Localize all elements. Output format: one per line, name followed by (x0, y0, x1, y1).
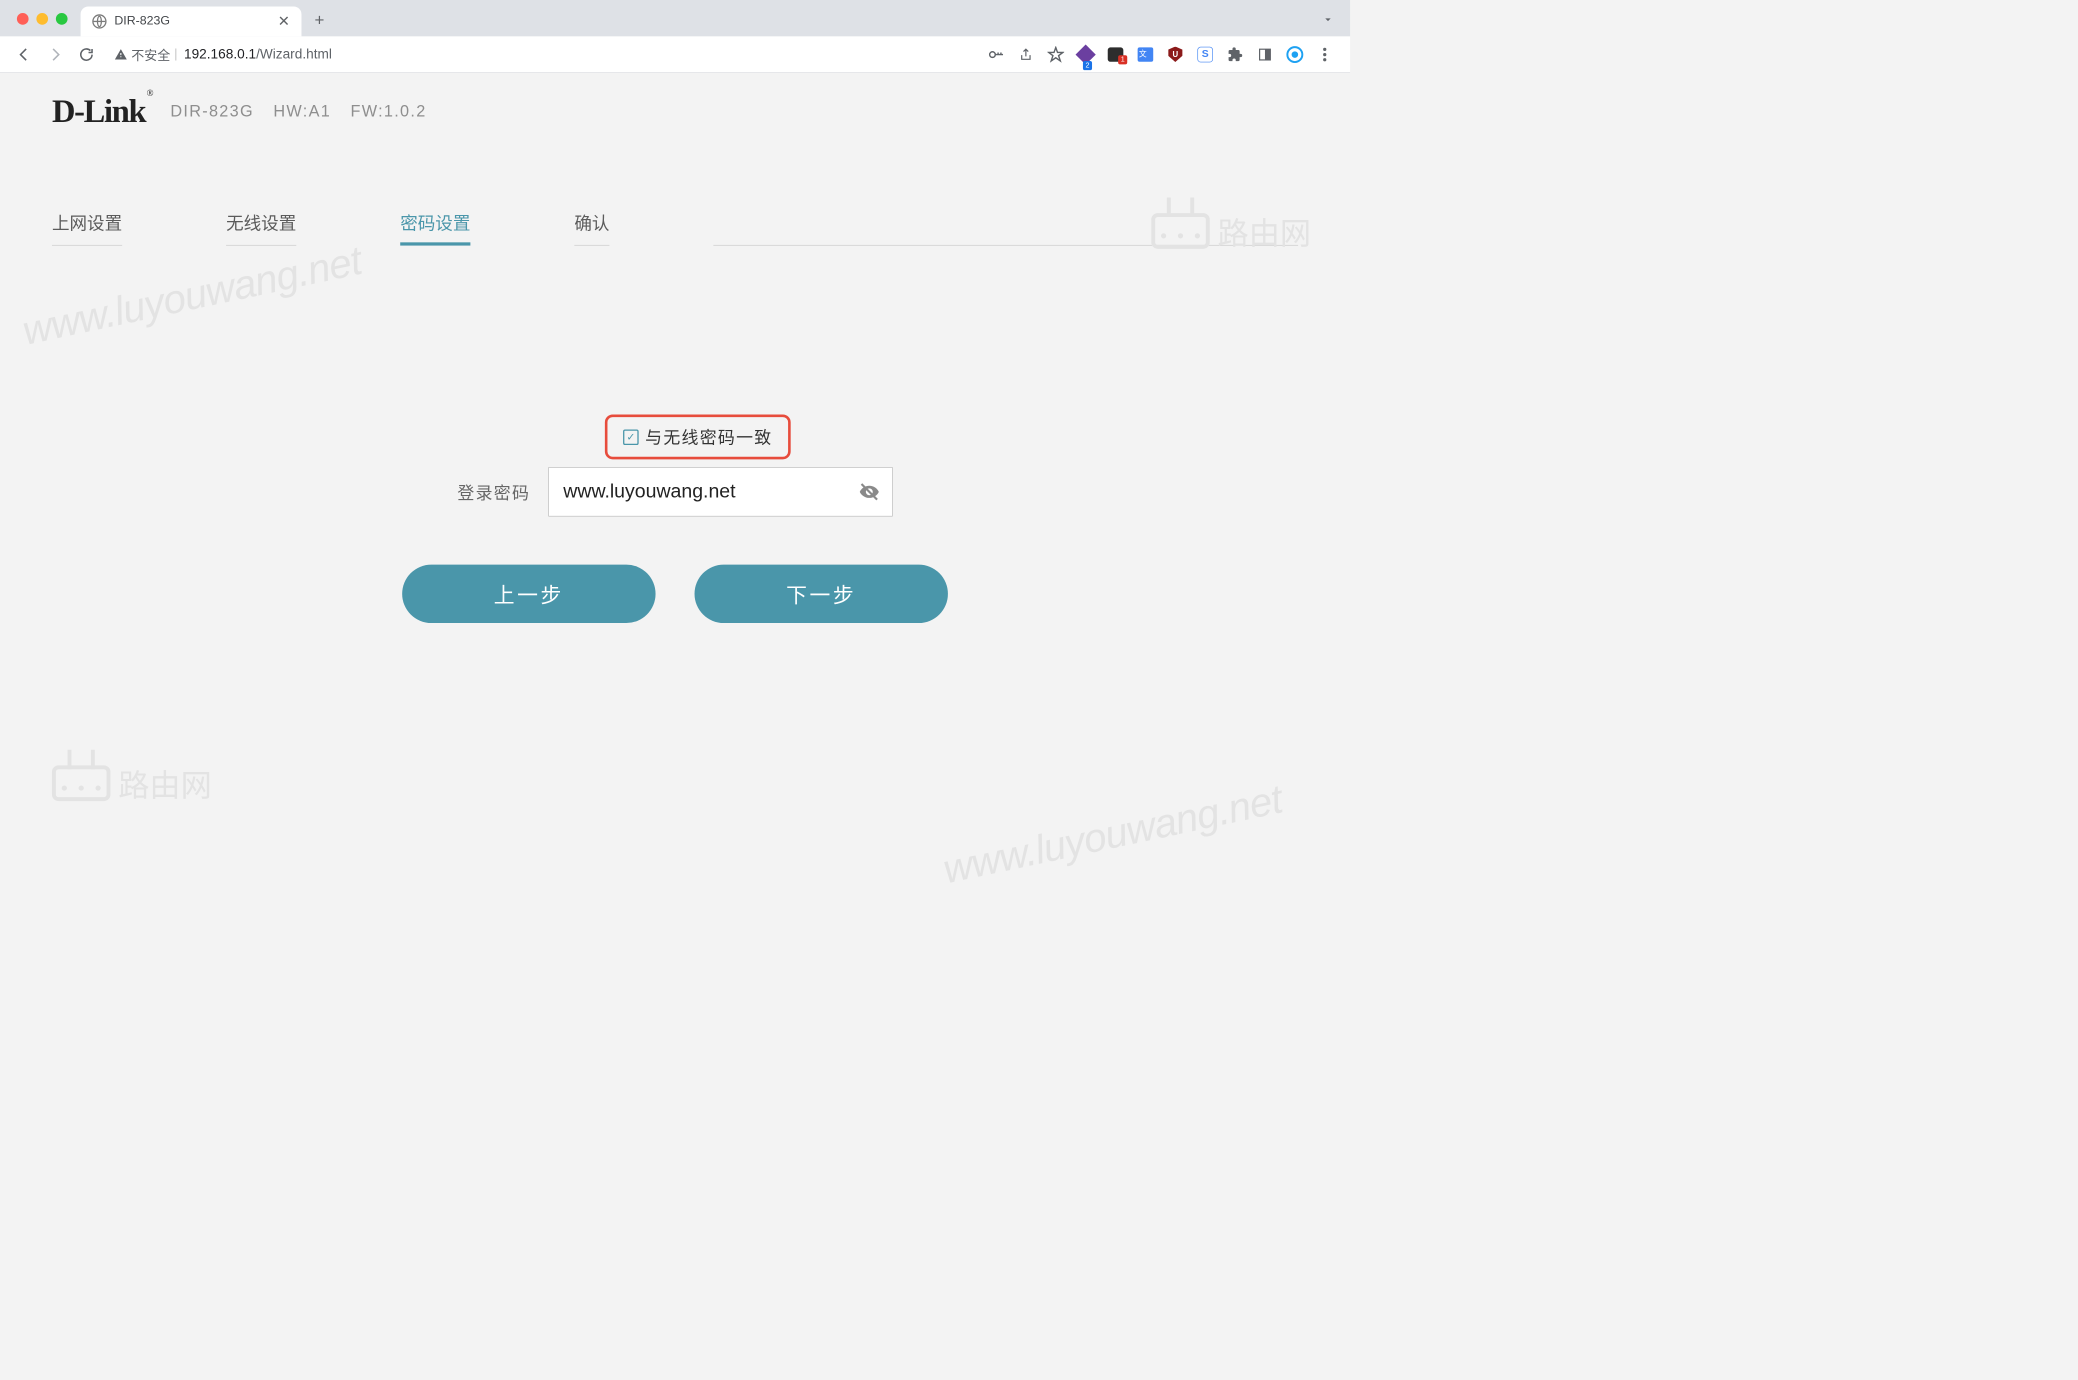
browser-menu-button[interactable] (1316, 46, 1333, 63)
url-box[interactable]: 不安全 | 192.168.0.1/Wizard.html (105, 45, 981, 64)
password-key-icon[interactable] (988, 46, 1005, 63)
next-button[interactable]: 下一步 (695, 565, 948, 623)
watermark-text: www.luyouwang.net (939, 776, 1286, 893)
browser-tab-strip: DIR-823G ✕ + (0, 0, 1350, 36)
insecure-site-indicator[interactable]: 不安全 | (114, 45, 177, 64)
tab-title: DIR-823G (114, 14, 270, 28)
forward-button[interactable] (43, 42, 68, 67)
share-icon[interactable] (1017, 46, 1034, 63)
browser-toolbar-icons: S (988, 46, 1339, 63)
wizard-buttons: 上一步 下一步 (402, 565, 948, 623)
login-password-row: 登录密码 (457, 467, 892, 516)
window-minimize-button[interactable] (36, 13, 48, 25)
extension-360-icon[interactable] (1286, 46, 1303, 63)
globe-icon (92, 14, 106, 28)
extensions-puzzle-icon[interactable] (1227, 46, 1244, 63)
extension-dark-icon[interactable] (1107, 46, 1124, 63)
warning-icon (114, 48, 127, 61)
wizard-tabs: 上网设置 无线设置 密码设置 确认 (26, 136, 1324, 245)
window-close-button[interactable] (17, 13, 29, 25)
login-password-input[interactable] (548, 467, 892, 516)
tabs-dropdown-button[interactable] (1321, 13, 1334, 26)
router-model: DIR-823G (170, 102, 254, 121)
new-tab-button[interactable]: + (314, 10, 324, 30)
tab-internet-settings[interactable]: 上网设置 (52, 201, 122, 245)
router-hw-version: HW:A1 (273, 102, 331, 121)
reload-button[interactable] (74, 42, 99, 67)
toggle-password-visibility-icon[interactable] (859, 481, 880, 502)
window-controls (12, 13, 81, 36)
same-as-wireless-checkbox-row[interactable]: ✓ 与无线密码一致 (605, 415, 791, 460)
previous-button[interactable]: 上一步 (402, 565, 655, 623)
insecure-label: 不安全 (131, 45, 170, 64)
router-fw-version: FW:1.0.2 (351, 102, 427, 121)
url-text: 192.168.0.1/Wizard.html (184, 46, 332, 62)
checkbox-label: 与无线密码一致 (645, 425, 772, 449)
tab-close-button[interactable]: ✕ (278, 13, 290, 30)
window-maximize-button[interactable] (56, 13, 68, 25)
password-form: ✓ 与无线密码一致 登录密码 上一步 下一步 (0, 246, 1350, 623)
checkbox-checked-icon[interactable]: ✓ (623, 429, 639, 445)
extension-s-icon[interactable]: S (1197, 46, 1214, 63)
bookmark-star-icon[interactable] (1047, 46, 1064, 63)
browser-address-bar: 不安全 | 192.168.0.1/Wizard.html S (0, 36, 1350, 72)
page-content: D-Link® DIR-823G HW:A1 FW:1.0.2 上网设置 无线设… (0, 73, 1350, 623)
login-password-label: 登录密码 (457, 480, 530, 504)
tab-password-settings[interactable]: 密码设置 (400, 201, 470, 245)
router-header: D-Link® DIR-823G HW:A1 FW:1.0.2 (0, 73, 1350, 137)
browser-tab[interactable]: DIR-823G ✕ (81, 6, 302, 36)
extension-translate-icon[interactable] (1137, 46, 1154, 63)
extension-ublock-icon[interactable] (1167, 46, 1184, 63)
watermark-logo: 路由网 (52, 760, 212, 805)
back-button[interactable] (12, 42, 37, 67)
dlink-logo: D-Link® (52, 92, 151, 130)
tab-confirm[interactable]: 确认 (574, 201, 609, 245)
tab-wireless-settings[interactable]: 无线设置 (226, 201, 296, 245)
extension-purple-icon[interactable] (1077, 46, 1094, 63)
panel-icon[interactable] (1257, 46, 1274, 63)
